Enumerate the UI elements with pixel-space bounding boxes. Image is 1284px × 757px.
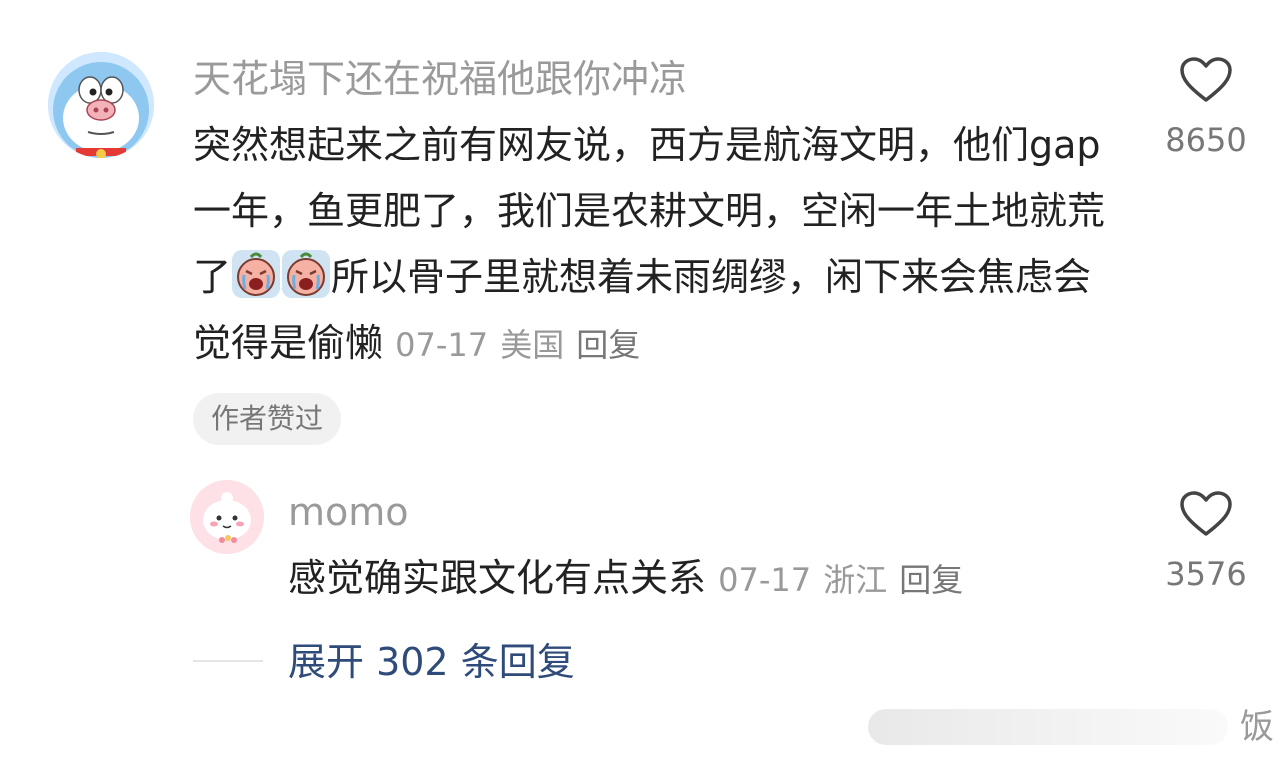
heart-icon xyxy=(1158,56,1254,104)
avatar[interactable] xyxy=(190,480,264,554)
divider xyxy=(193,660,263,662)
watermark-pill xyxy=(868,709,1228,745)
username[interactable]: momo xyxy=(288,487,409,537)
heart-icon xyxy=(1158,490,1254,538)
watermark-text: 饭 xyxy=(1240,707,1274,747)
like-button[interactable]: 8650 xyxy=(1158,56,1254,160)
reply-button[interactable]: 回复 xyxy=(899,561,963,599)
comment-location: 浙江 xyxy=(823,561,888,599)
avatar[interactable] xyxy=(48,52,154,158)
crying-face-emoji-icon xyxy=(231,249,281,299)
watermark: 饭 xyxy=(868,705,1284,749)
comment-date: 07-17 xyxy=(395,326,489,364)
reply-button[interactable]: 回复 xyxy=(576,326,640,364)
expand-replies-button[interactable]: 展开 302 条回复 xyxy=(288,636,575,688)
reply-comment-text: 感觉确实跟文化有点关系 07-17 浙江 回复 xyxy=(288,552,963,606)
comment-date: 07-17 xyxy=(718,561,812,599)
like-count: 8650 xyxy=(1165,121,1247,159)
comment-text: 突然想起来之前有网友说，西方是航海文明，他们gap一年，鱼更肥了，我们是农耕文明… xyxy=(193,112,1123,378)
like-count: 3576 xyxy=(1165,555,1247,593)
username[interactable]: 天花塌下还在祝福他跟你冲凉 xyxy=(193,54,687,104)
crying-face-emoji-icon xyxy=(281,249,331,299)
pink-bunny-avatar-icon xyxy=(190,480,264,554)
author-liked-badge: 作者赞过 xyxy=(193,393,342,445)
reply-text: 感觉确实跟文化有点关系 xyxy=(288,556,707,600)
doraemon-avatar-icon xyxy=(48,52,154,158)
like-button[interactable]: 3576 xyxy=(1158,490,1254,594)
comment-location: 美国 xyxy=(500,326,565,364)
